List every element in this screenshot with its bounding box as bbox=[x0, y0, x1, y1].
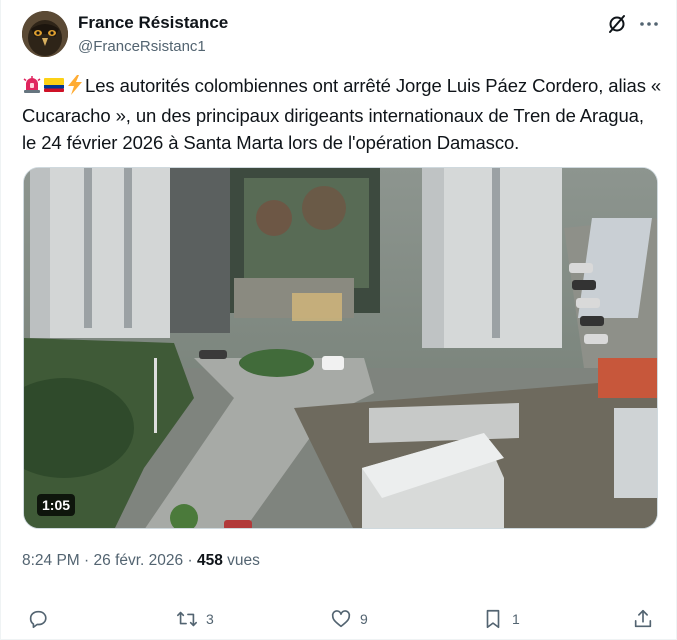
tweet-meta: 8:24 PM · 26 févr. 2026 · 458 vues bbox=[22, 551, 260, 571]
meta-separator: · bbox=[187, 552, 193, 569]
like-button[interactable]: 9 bbox=[330, 604, 368, 634]
video-duration: 1:05 bbox=[37, 494, 76, 516]
eagle-avatar[interactable] bbox=[22, 11, 68, 57]
tweet-time[interactable]: 8:24 PM bbox=[22, 552, 80, 569]
more-icon[interactable] bbox=[637, 12, 661, 36]
repost-count: 3 bbox=[206, 611, 214, 627]
grok-icon[interactable] bbox=[605, 12, 629, 36]
views-count: 458 bbox=[196, 552, 223, 569]
reply-icon bbox=[29, 610, 47, 629]
video-player[interactable]: 1:05 bbox=[23, 167, 658, 529]
like-count: 9 bbox=[360, 611, 368, 627]
author-display-name[interactable]: France Résistance bbox=[78, 13, 228, 33]
video-thumbnail bbox=[24, 168, 657, 528]
bookmark-icon bbox=[486, 609, 500, 629]
repost-button[interactable]: 3 bbox=[176, 604, 214, 634]
share-icon bbox=[634, 609, 652, 628]
reply-button[interactable] bbox=[27, 604, 57, 634]
bookmark-count: 1 bbox=[512, 611, 520, 627]
action-bar: 3 9 1 bbox=[1, 604, 677, 634]
repost-icon bbox=[177, 611, 197, 627]
tweet-text: Les autorités colombiennes ont arrêté Jo… bbox=[22, 72, 662, 156]
tweet-date[interactable]: 26 févr. 2026 bbox=[94, 552, 184, 569]
bookmark-button[interactable]: 1 bbox=[482, 604, 520, 634]
colombia-flag-emoji bbox=[43, 75, 65, 102]
meta-separator: · bbox=[84, 552, 90, 569]
rotating-light-emoji bbox=[22, 75, 42, 102]
like-icon bbox=[331, 610, 351, 628]
views-label: vues bbox=[227, 552, 260, 569]
tweet-body: Les autorités colombiennes ont arrêté Jo… bbox=[22, 75, 662, 153]
high-voltage-emoji bbox=[66, 75, 84, 102]
share-button[interactable] bbox=[632, 604, 654, 634]
author-block: France Résistance @FranceRsistanc1 bbox=[78, 13, 228, 57]
author-handle[interactable]: @FranceRsistanc1 bbox=[78, 37, 228, 57]
tweet-card: France Résistance @FranceRsistanc1 Les a… bbox=[0, 0, 677, 640]
